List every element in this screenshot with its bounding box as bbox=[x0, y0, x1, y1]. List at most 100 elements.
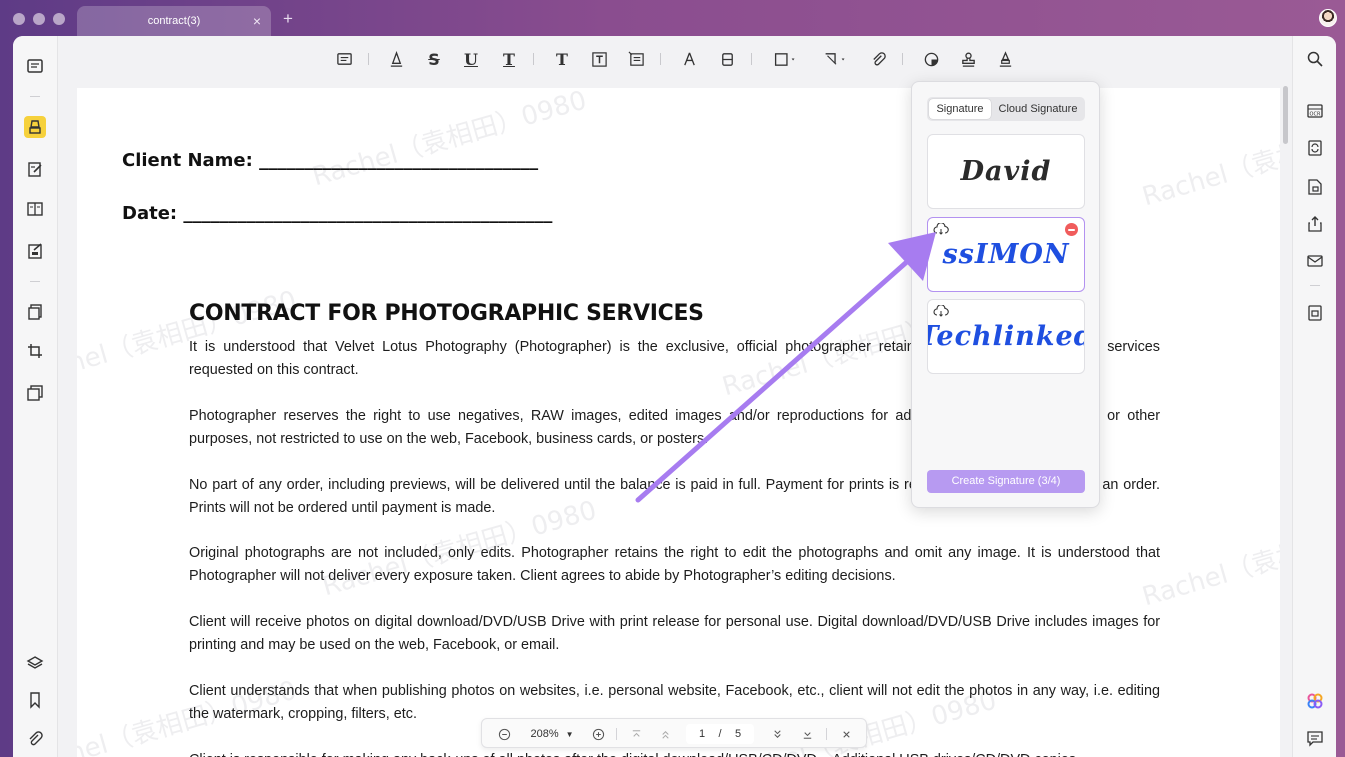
bookmark-button[interactable] bbox=[24, 689, 46, 711]
crop-button[interactable] bbox=[24, 340, 46, 362]
underline-icon: U bbox=[464, 49, 478, 69]
ai-assistant-button[interactable] bbox=[1304, 690, 1326, 712]
compress-button[interactable] bbox=[24, 382, 46, 404]
bookmark-icon bbox=[30, 692, 40, 709]
squiggly-tool[interactable]: T bbox=[498, 48, 520, 70]
layers-copy-icon bbox=[27, 385, 43, 401]
convert-button[interactable] bbox=[1304, 137, 1326, 159]
zoom-in-button[interactable] bbox=[588, 719, 608, 749]
next-page-button[interactable] bbox=[767, 719, 787, 749]
double-chevron-up-icon bbox=[661, 730, 669, 739]
sticky-note-tool[interactable] bbox=[333, 48, 355, 70]
last-page-icon bbox=[803, 731, 811, 739]
highlighter-icon bbox=[29, 120, 41, 134]
vertical-scrollbar[interactable] bbox=[1283, 86, 1288, 144]
toolbar-divider bbox=[902, 53, 903, 65]
double-chevron-down-icon bbox=[773, 729, 781, 738]
right-sidebar: OCR bbox=[1292, 36, 1336, 757]
attachment-panel-button[interactable] bbox=[24, 728, 46, 750]
edit-pdf-button[interactable] bbox=[24, 158, 46, 180]
text-callout-tool[interactable] bbox=[625, 48, 647, 70]
attachment-tool[interactable] bbox=[867, 48, 889, 70]
edit-icon bbox=[28, 162, 42, 177]
protect-button[interactable] bbox=[24, 301, 46, 323]
rail-divider bbox=[30, 96, 40, 97]
pencil-icon bbox=[683, 52, 695, 65]
bar-divider bbox=[826, 728, 827, 740]
date-field: Date: __________________________________… bbox=[122, 203, 553, 224]
zoom-out-icon bbox=[498, 728, 510, 740]
previous-page-button[interactable] bbox=[655, 719, 675, 749]
layers-button[interactable] bbox=[24, 652, 46, 674]
toolbar-divider bbox=[751, 53, 752, 65]
lock-document-icon bbox=[1308, 179, 1322, 195]
contract-paragraph: Client will receive photos on digital do… bbox=[189, 614, 1160, 653]
paperclip-icon bbox=[29, 731, 43, 746]
paperclip-icon bbox=[872, 51, 886, 65]
last-page-button[interactable] bbox=[797, 719, 817, 749]
close-nav-bar-button[interactable] bbox=[836, 719, 856, 749]
document-tab[interactable]: contract(3) × bbox=[77, 6, 271, 36]
pen-highlight-icon bbox=[390, 50, 402, 67]
mail-icon bbox=[1307, 255, 1323, 267]
search-button[interactable] bbox=[1304, 48, 1326, 70]
sticker-icon bbox=[924, 52, 938, 66]
text-tool[interactable]: T bbox=[551, 48, 573, 70]
underline-tool[interactable]: U bbox=[460, 48, 482, 70]
client-name-field: Client Name: ___________________________… bbox=[122, 150, 539, 171]
search-icon bbox=[1307, 51, 1323, 67]
first-page-icon bbox=[632, 729, 640, 737]
eraser-tool[interactable] bbox=[716, 48, 738, 70]
sticker-tool[interactable] bbox=[920, 48, 942, 70]
total-pages: 5 bbox=[734, 728, 742, 740]
zoom-out-button[interactable] bbox=[494, 719, 514, 749]
contract-paragraph: Original photographs are not included, o… bbox=[189, 545, 1160, 584]
email-button[interactable] bbox=[1304, 250, 1326, 272]
signature-card[interactable]: Techlinked bbox=[927, 299, 1085, 374]
zoom-level-dropdown[interactable]: 208% ▼ bbox=[524, 719, 580, 749]
bar-divider bbox=[616, 728, 617, 740]
user-avatar[interactable] bbox=[1319, 9, 1337, 27]
page-number-box[interactable]: 1 / 5 bbox=[686, 724, 754, 744]
first-page-button[interactable] bbox=[626, 719, 646, 749]
ocr-button[interactable]: OCR bbox=[1304, 100, 1326, 122]
zoom-level: 208% bbox=[530, 728, 559, 740]
watermark: Rachel（袁相田）0980 bbox=[1139, 105, 1280, 213]
crop-icon bbox=[28, 344, 42, 358]
signature-text: Techlinked bbox=[927, 321, 1085, 352]
protect-document-button[interactable] bbox=[1304, 176, 1326, 198]
comment-mode-button[interactable] bbox=[24, 116, 46, 138]
reader-mode-button[interactable] bbox=[24, 55, 46, 77]
tab-close-icon[interactable]: × bbox=[253, 6, 261, 36]
toolbar-divider bbox=[368, 53, 369, 65]
pages-icon bbox=[28, 304, 42, 320]
comments-panel-button[interactable] bbox=[1304, 727, 1326, 749]
minimize-window-button[interactable] bbox=[33, 13, 45, 25]
measure-tool[interactable] bbox=[820, 48, 852, 70]
new-tab-button[interactable]: + bbox=[283, 10, 293, 28]
close-window-button[interactable] bbox=[13, 13, 25, 25]
rail-divider bbox=[30, 281, 40, 282]
tab-cloud-signature[interactable]: Cloud Signature bbox=[993, 99, 1083, 119]
form-button[interactable] bbox=[24, 240, 46, 262]
share-button[interactable] bbox=[1304, 213, 1326, 235]
text-box-tool[interactable] bbox=[588, 48, 610, 70]
stamp-tool[interactable] bbox=[957, 48, 979, 70]
signature-card[interactable]: David bbox=[927, 134, 1085, 209]
shape-tool[interactable] bbox=[770, 48, 802, 70]
highlight-tool[interactable] bbox=[385, 48, 407, 70]
tab-signature[interactable]: Signature bbox=[929, 99, 991, 119]
eraser-icon bbox=[721, 52, 733, 66]
save-as-button[interactable] bbox=[1304, 302, 1326, 324]
app-window: S U T T Rachel（袁相田）0980 Rachel（袁相田）0980 … bbox=[13, 36, 1336, 757]
strikethrough-tool[interactable]: S bbox=[423, 48, 445, 70]
current-page-input[interactable]: 1 bbox=[694, 724, 710, 744]
organize-pages-button[interactable] bbox=[24, 198, 46, 220]
zoom-window-button[interactable] bbox=[53, 13, 65, 25]
create-signature-button[interactable]: Create Signature (3/4) bbox=[927, 470, 1085, 493]
document-tab-label: contract(3) bbox=[147, 15, 201, 27]
signature-card-selected[interactable]: ssIMON bbox=[927, 217, 1085, 292]
signature-pen-icon bbox=[999, 50, 1011, 67]
signature-tool[interactable] bbox=[994, 48, 1016, 70]
pencil-tool[interactable] bbox=[678, 48, 700, 70]
